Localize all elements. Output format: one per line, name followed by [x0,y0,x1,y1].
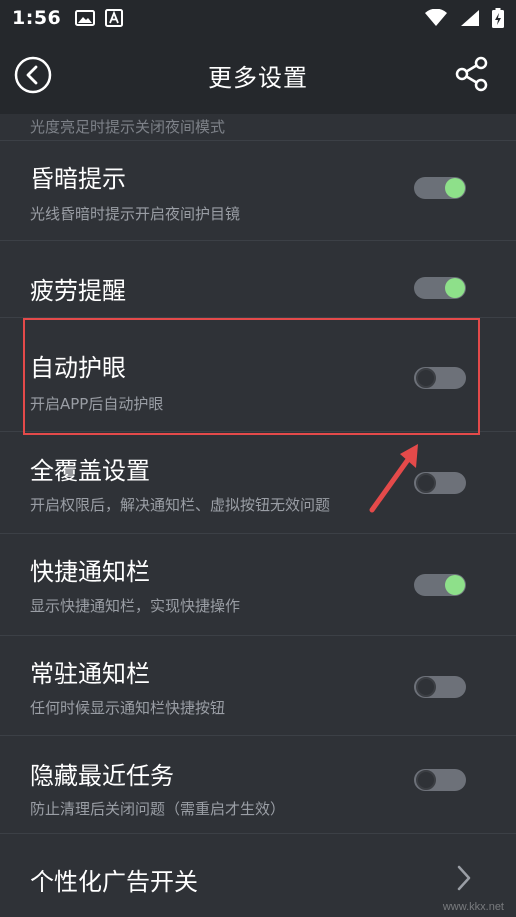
status-time: 1:56 [12,7,62,29]
toggle-knob [416,770,436,790]
status-system-icons [424,8,504,28]
share-icon[interactable] [454,56,490,92]
auto-eye-care-toggle[interactable] [414,367,466,389]
status-notification-icons [75,9,124,27]
toggle-knob [445,575,465,595]
setting-subtitle: 开启权限后，解决通知栏、虚拟按钮无效问题 [30,496,331,514]
setting-row-full-coverage[interactable]: 全覆盖设置 开启权限后，解决通知栏、虚拟按钮无效问题 [0,432,516,534]
setting-title: 全覆盖设置 [30,457,150,485]
screen: 1:56 更多设置 光度亮足时提示关闭夜间模式 昏暗提示 光线昏暗时提示开启夜间… [0,0,516,917]
page-title: 更多设置 [208,63,308,92]
signal-icon [461,10,479,26]
setting-row-quick-notification[interactable]: 快捷通知栏 显示快捷通知栏，实现快捷操作 [0,534,516,636]
battery-charging-icon [492,8,504,28]
persistent-notification-toggle[interactable] [414,676,466,698]
gallery-icon [75,10,96,26]
toggle-knob [445,278,465,298]
toggle-knob [445,178,465,198]
full-coverage-toggle[interactable] [414,472,466,494]
hide-recent-tasks-toggle[interactable] [414,769,466,791]
app-bar: 更多设置 [0,36,516,114]
setting-title: 常驻通知栏 [30,660,150,688]
setting-subtitle: 任何时候显示通知栏快捷按钮 [30,699,226,717]
setting-subtitle: 光线昏暗时提示开启夜间护目镜 [30,205,241,223]
setting-row-auto-eye-care[interactable]: 自动护眼 开启APP后自动护眼 [0,318,516,432]
setting-row-hide-recent-tasks[interactable]: 隐藏最近任务 防止清理后关闭问题（需重启才生效） [0,736,516,834]
setting-row-personalized-ads[interactable]: 个性化广告开关 [0,834,516,917]
status-bar: 1:56 [0,0,516,36]
fatigue-reminder-toggle[interactable] [414,277,466,299]
quick-notification-toggle[interactable] [414,574,466,596]
setting-subtitle: 显示快捷通知栏，实现快捷操作 [30,597,241,615]
setting-title: 快捷通知栏 [30,558,150,586]
setting-title: 昏暗提示 [30,165,126,193]
setting-title: 自动护眼 [30,354,126,382]
setting-row-persistent-notification[interactable]: 常驻通知栏 任何时候显示通知栏快捷按钮 [0,636,516,736]
dim-reminder-toggle[interactable] [414,177,466,199]
setting-subtitle: 光度亮足时提示关闭夜间模式 [30,118,226,136]
setting-title: 疲劳提醒 [30,277,126,305]
setting-title: 隐藏最近任务 [30,762,174,790]
setting-row-partial[interactable]: 光度亮足时提示关闭夜间模式 [0,114,516,141]
setting-subtitle: 防止清理后关闭问题（需重启才生效） [30,800,286,818]
toggle-knob [416,473,436,493]
app-notification-icon [105,9,124,27]
wifi-icon [425,9,447,26]
back-button[interactable] [14,56,52,94]
setting-row-fatigue-reminder[interactable]: 疲劳提醒 [0,241,516,318]
toggle-knob [416,368,436,388]
setting-row-dim-reminder[interactable]: 昏暗提示 光线昏暗时提示开启夜间护目镜 [0,141,516,241]
setting-subtitle: 开启APP后自动护眼 [30,395,164,413]
settings-list[interactable]: 光度亮足时提示关闭夜间模式 昏暗提示 光线昏暗时提示开启夜间护目镜 疲劳提醒 自… [0,114,516,917]
chevron-right-icon [457,865,471,891]
setting-title: 个性化广告开关 [30,868,198,896]
toggle-knob [416,677,436,697]
watermark: www.kkx.net [442,901,504,913]
